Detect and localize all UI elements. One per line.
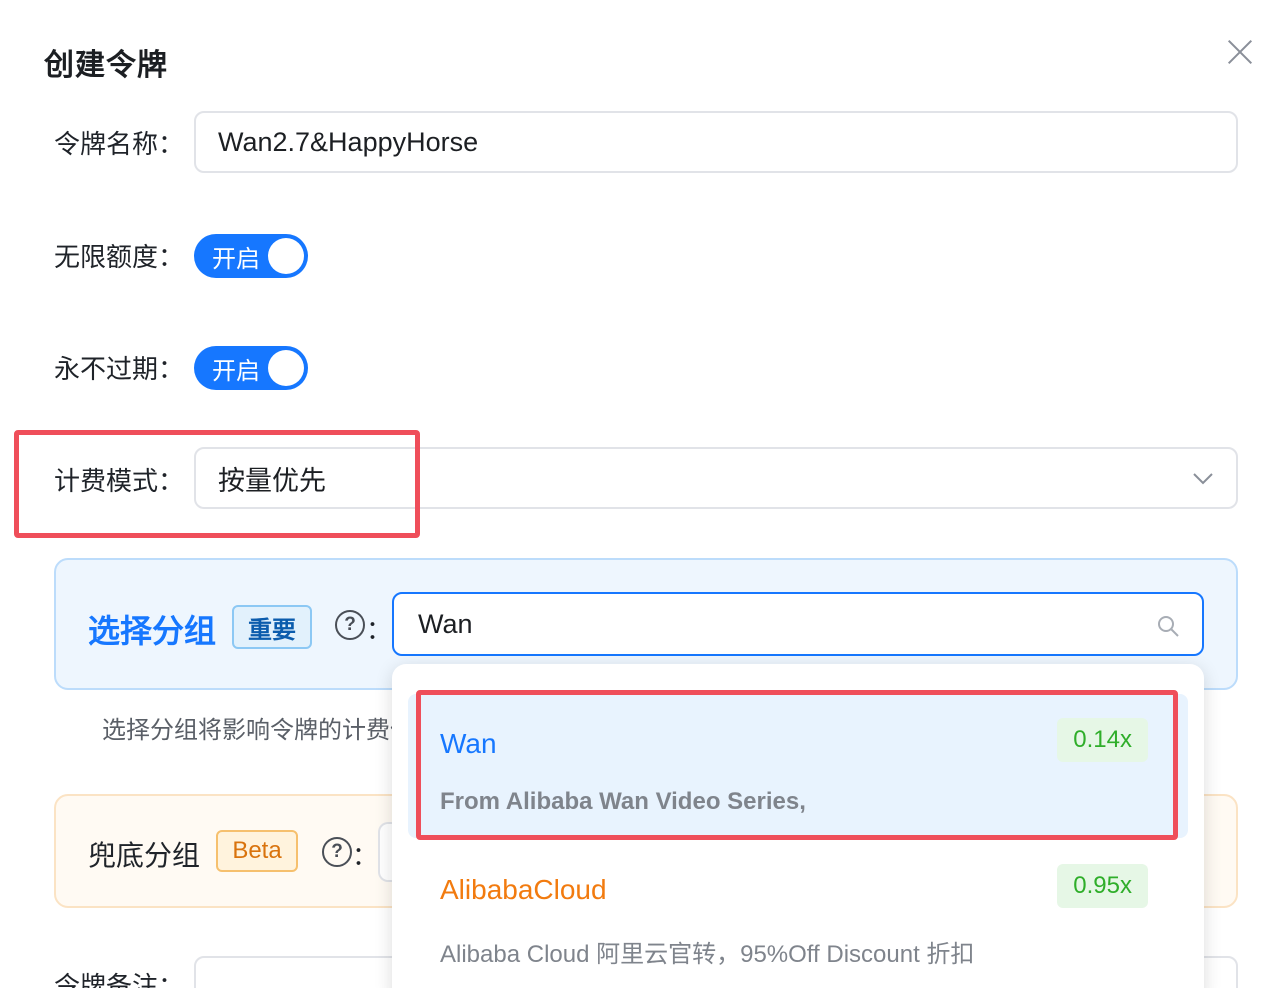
never-expire-switch[interactable]: 开启 [194,346,308,390]
unlimited-quota-switch[interactable]: 开启 [194,234,308,278]
token-note-label: 令牌备注： [54,971,185,988]
help-icon[interactable]: ? [335,610,365,640]
never-expire-label: 永不过期： [54,354,185,384]
unlimited-quota-label: 无限额度： [54,242,185,272]
close-icon[interactable] [1222,34,1258,70]
group-hint: 选择分组将影响令牌的计费倍率与可用模型 [102,717,392,744]
dropdown-option[interactable]: Wan 0.14x From Alibaba Wan Video Series, [408,694,1188,838]
billing-mode-label: 计费模式： [54,466,185,496]
group-title: 选择分组 [88,613,217,649]
billing-mode-value: 按量优先 [218,465,326,496]
fallback-title: 兜底分组 [88,840,201,871]
search-icon [1158,616,1179,637]
chevron-down-icon [1193,473,1213,485]
option-description: Alibaba Cloud 阿里云官转，95%Off Discount 折扣 [440,941,975,968]
dropdown-option[interactable]: AlibabaCloud 0.95x Alibaba Cloud 阿里云官转，9… [408,840,1188,984]
option-ratio-badge: 0.14x [1057,718,1148,762]
token-name-label: 令牌名称： [54,129,185,159]
fallback-colon: ： [352,841,379,871]
beta-badge: Beta [216,830,298,872]
help-icon[interactable]: ? [322,837,352,867]
switch-text: 开启 [212,245,260,273]
switch-knob [268,350,304,386]
billing-mode-select[interactable]: 按量优先 [194,447,1238,509]
group-search-input[interactable] [392,592,1204,656]
switch-knob [268,238,304,274]
option-name: Wan [440,728,497,759]
option-name: AlibabaCloud [440,874,607,905]
group-colon: ： [366,615,393,645]
option-ratio-badge: 0.95x [1057,864,1148,908]
token-name-input[interactable]: Wan2.7&HappyHorse [194,111,1238,173]
modal-title: 创建令牌 [44,49,168,82]
important-badge: 重要 [232,605,312,649]
group-dropdown: Wan 0.14x From Alibaba Wan Video Series,… [392,664,1204,988]
option-description: From Alibaba Wan Video Series, [440,788,806,815]
switch-text: 开启 [212,357,260,385]
group-search-field[interactable] [418,608,1118,640]
